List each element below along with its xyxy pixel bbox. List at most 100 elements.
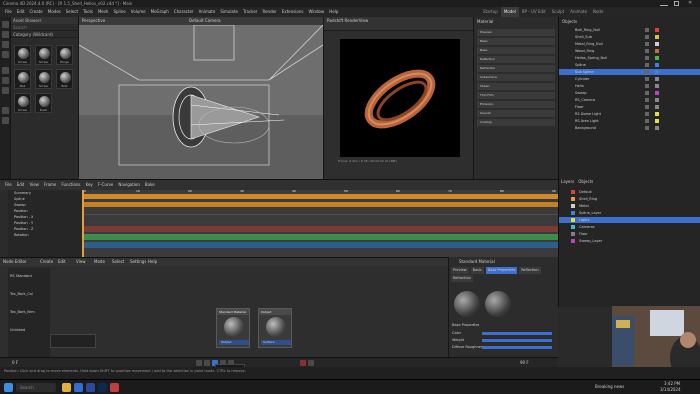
node-list-item[interactable]: RS Standard [10, 274, 32, 278]
asset-thumbnail[interactable]: Screw [14, 93, 31, 113]
object-row[interactable]: Spline [559, 62, 700, 68]
node-input-port[interactable]: Surface [261, 340, 291, 345]
material-tag-icon[interactable] [655, 126, 659, 130]
layout-tab[interactable]: Node [590, 7, 606, 17]
menu-item[interactable]: Volume [131, 7, 146, 17]
scale-tool-icon[interactable] [2, 31, 9, 38]
menu-item[interactable]: Mesh [98, 7, 109, 17]
attribute-section[interactable]: Sheen [477, 83, 555, 90]
layer-tab[interactable]: Layers [561, 179, 574, 184]
material-field-slider[interactable] [482, 346, 552, 349]
node-output-port[interactable]: Output [219, 340, 249, 345]
standard-material-node[interactable]: Standard Material Output [216, 308, 250, 348]
asset-thumbnail[interactable]: Nail [14, 69, 31, 89]
weather-news[interactable]: Breaking news [595, 384, 624, 389]
attribute-section[interactable]: Coating [477, 119, 555, 126]
attribute-section[interactable]: Reflection [477, 56, 555, 63]
menu-item[interactable]: Extensions [282, 7, 304, 17]
object-row[interactable]: Wood_Ring [559, 48, 700, 54]
visibility-icon[interactable] [645, 119, 649, 123]
node-menu-item[interactable]: Edit [58, 259, 66, 264]
asset-thumbnail[interactable]: Screw [14, 45, 31, 65]
material-tab[interactable]: Basic [470, 267, 484, 274]
material-tag-icon[interactable] [655, 49, 659, 53]
timeline-track-label[interactable]: Rotation [8, 232, 82, 238]
timeline-menu-item[interactable]: F-Curve [98, 180, 114, 190]
track-spline[interactable] [82, 202, 558, 207]
menu-item[interactable]: Tools [83, 7, 93, 17]
menu-item[interactable]: Character [174, 7, 194, 17]
visibility-icon[interactable] [645, 105, 649, 109]
track-position-y[interactable] [82, 242, 558, 248]
menu-item[interactable]: Spline [113, 7, 125, 17]
layout-tab[interactable]: Sculpt [549, 7, 568, 17]
layer-row[interactable]: Sweep_Layer [559, 238, 700, 244]
material-tag-icon[interactable] [655, 91, 659, 95]
asset-thumbnail[interactable]: Knob [35, 93, 52, 113]
layer-row[interactable]: Metal [559, 203, 700, 209]
menu-item[interactable]: File [5, 7, 12, 17]
viewport-canvas[interactable] [79, 25, 323, 179]
prev-frame-icon[interactable] [204, 360, 210, 366]
material-tab[interactable]: Refraction [451, 275, 473, 282]
asset-thumbnail[interactable]: Screw [35, 45, 52, 65]
timeline-menu-item[interactable]: Functions [61, 180, 80, 190]
point-mode-icon[interactable] [2, 87, 9, 94]
object-row[interactable]: Helix [559, 83, 700, 89]
attribute-section[interactable]: Subsurface [477, 74, 555, 81]
layout-tab[interactable]: Model [500, 7, 519, 17]
layout-tab[interactable]: Animate [567, 7, 590, 17]
menu-item[interactable]: Tracker [243, 7, 257, 17]
layout-tab[interactable]: BP - UV Edit [519, 7, 549, 17]
node-list-item[interactable]: Unlinked [10, 328, 25, 332]
layer-row[interactable]: Floor [559, 231, 700, 237]
node-list-item[interactable]: Tex_Bark_Col [10, 292, 33, 296]
edge-mode-icon[interactable] [2, 77, 9, 84]
snap-icon[interactable] [2, 107, 9, 114]
visibility-icon[interactable] [645, 91, 649, 95]
layout-tab[interactable]: Startup [480, 7, 501, 17]
material-tag-icon[interactable] [655, 112, 659, 116]
asset-search-input[interactable]: Search [11, 24, 78, 31]
object-row[interactable]: RS Dome Light [559, 111, 700, 117]
viewport-perspective[interactable]: Perspective Default Camera [79, 17, 323, 179]
material-field-row[interactable]: Diffuse Roughness [452, 344, 556, 351]
timeline-menu-item[interactable]: Edit [17, 180, 25, 190]
timeline-menu-item[interactable]: Bake [145, 180, 155, 190]
workplane-icon[interactable] [2, 117, 9, 124]
track-position-x[interactable] [82, 234, 558, 240]
menu-item[interactable]: Create [29, 7, 42, 17]
node-menu-item[interactable]: Create [40, 259, 53, 264]
visibility-icon[interactable] [645, 56, 649, 60]
node-menu-item[interactable]: Help [148, 259, 157, 264]
visibility-icon[interactable] [645, 98, 649, 102]
material-tag-icon[interactable] [655, 42, 659, 46]
render-canvas[interactable] [340, 39, 460, 157]
visibility-icon[interactable] [645, 63, 649, 67]
menu-item[interactable]: Modes [48, 7, 61, 17]
menu-item[interactable]: Edit [17, 7, 25, 17]
material-field-row[interactable]: Color [452, 330, 556, 337]
asset-thumbnail[interactable]: Bolt [56, 69, 73, 89]
material-tag-icon[interactable] [655, 63, 659, 67]
clock-date[interactable]: 3/14/2024 [660, 387, 681, 392]
layer-row[interactable]: Cameras [559, 224, 700, 230]
track-position[interactable] [82, 226, 558, 232]
clock-time[interactable]: 3:42 PM [664, 381, 680, 386]
attribute-section[interactable]: Basic [477, 38, 555, 45]
menu-item[interactable]: Animate [199, 7, 216, 17]
material-tab[interactable]: Preview [451, 267, 469, 274]
node-menu-item[interactable]: Mode [94, 259, 105, 264]
material-field-row[interactable]: Weight [452, 337, 556, 344]
material-tag-icon[interactable] [655, 84, 659, 88]
object-row[interactable]: Background [559, 125, 700, 131]
visibility-icon[interactable] [645, 77, 649, 81]
cinema4d-icon[interactable] [86, 383, 95, 392]
attribute-section[interactable]: Refraction [477, 65, 555, 72]
visibility-icon[interactable] [645, 28, 649, 32]
menu-item[interactable]: Render [262, 7, 276, 17]
menu-item[interactable]: MoGraph [151, 7, 169, 17]
record-icon[interactable] [300, 360, 306, 366]
object-row[interactable]: Cylinder [559, 76, 700, 82]
node-menu-item[interactable]: Select [112, 259, 124, 264]
